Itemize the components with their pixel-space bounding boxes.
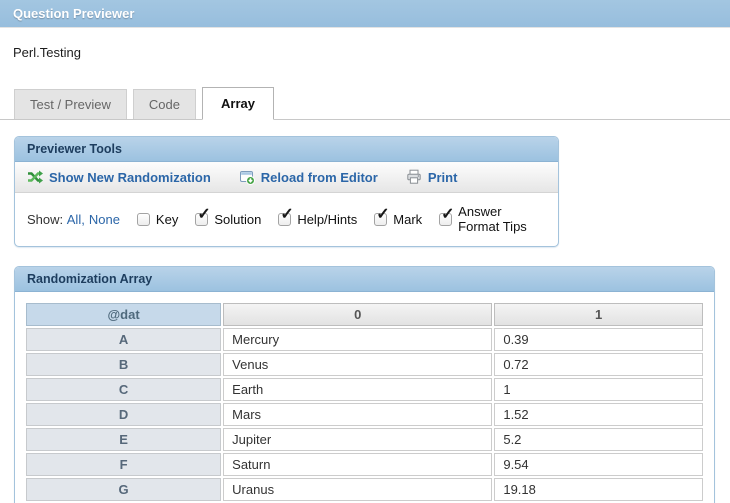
checkbox-answer-format-tips[interactable]: ✓ Answer Format Tips [439, 204, 546, 234]
row-value-1-cell: 19.18 [494, 478, 703, 501]
previewer-tools-panel: Previewer Tools Show New Randomization R… [14, 136, 559, 247]
show-options-row: Show: All, None ✓ Key ✓ Solution ✓ Help/… [15, 193, 558, 246]
table-row: A Mercury 0.39 [26, 328, 703, 351]
help-hints-checkbox-box[interactable]: ✓ [278, 206, 294, 226]
randomization-array-panel: Randomization Array @dat 0 1 A Mercury 0… [14, 266, 715, 503]
row-value-0-cell: Saturn [223, 453, 493, 476]
help-hints-checkbox-label: Help/Hints [297, 211, 358, 227]
row-value-1-cell: 0.39 [494, 328, 703, 351]
tab-code[interactable]: Code [132, 89, 196, 119]
reload-window-icon [239, 169, 255, 185]
previewer-tools-header: Previewer Tools [15, 137, 558, 162]
row-value-0-cell: Uranus [223, 478, 493, 501]
table-row: C Earth 1 [26, 378, 703, 401]
solution-checkbox-box[interactable]: ✓ [195, 206, 211, 226]
row-key-cell: E [26, 428, 222, 451]
check-icon: ✓ [376, 205, 390, 223]
row-value-1-cell: 1.52 [494, 403, 703, 426]
shuffle-icon [27, 169, 43, 185]
checkbox-mark[interactable]: ✓ Mark [374, 206, 423, 227]
checkbox-solution[interactable]: ✓ Solution [195, 206, 262, 227]
table-row: F Saturn 9.54 [26, 453, 703, 476]
reload-from-editor-button[interactable]: Reload from Editor [239, 169, 378, 185]
row-key-cell: G [26, 478, 222, 501]
key-checkbox-box[interactable]: ✓ [136, 212, 150, 226]
solution-checkbox-label: Solution [214, 211, 262, 227]
show-none-link[interactable]: None [89, 212, 120, 227]
randomization-array-table: @dat 0 1 A Mercury 0.39 B Venus 0.72 C E… [24, 301, 705, 503]
row-value-1-cell: 5.2 [494, 428, 703, 451]
randomization-array-header: Randomization Array [15, 267, 714, 292]
checkbox-key[interactable]: ✓ Key [136, 211, 179, 227]
row-key-cell: F [26, 453, 222, 476]
tab-test-preview[interactable]: Test / Preview [14, 89, 127, 119]
row-value-1-cell: 9.54 [494, 453, 703, 476]
table-row: B Venus 0.72 [26, 353, 703, 376]
row-value-0-cell: Mercury [223, 328, 493, 351]
question-name: Perl.Testing [13, 45, 81, 60]
row-key-cell: C [26, 378, 222, 401]
row-value-1-cell: 0.72 [494, 353, 703, 376]
table-row: E Jupiter 5.2 [26, 428, 703, 451]
window-titlebar: Question Previewer [0, 0, 730, 28]
table-body: A Mercury 0.39 B Venus 0.72 C Earth 1 D … [26, 328, 703, 503]
show-all-link[interactable]: All [67, 212, 81, 227]
row-key-cell: D [26, 403, 222, 426]
previewer-toolbar: Show New Randomization Reload from Edito… [15, 162, 558, 193]
print-button[interactable]: Print [406, 169, 458, 185]
table-row: G Uranus 19.18 [26, 478, 703, 501]
mark-checkbox-box[interactable]: ✓ [374, 206, 390, 226]
answer-format-tips-checkbox-label: Answer Format Tips [458, 204, 527, 234]
table-header-row: @dat 0 1 [26, 303, 703, 326]
tab-bar: Test / Preview Code Array [0, 87, 730, 120]
column-header-0: 0 [223, 303, 493, 326]
reload-from-editor-label: Reload from Editor [260, 169, 378, 185]
row-value-1-cell: 1 [494, 378, 703, 401]
window-title: Question Previewer [13, 6, 135, 21]
tab-content: Previewer Tools Show New Randomization R… [0, 120, 730, 503]
row-value-0-cell: Venus [223, 353, 493, 376]
row-value-0-cell: Jupiter [223, 428, 493, 451]
show-new-randomization-label: Show New Randomization [49, 169, 211, 185]
row-key-cell: A [26, 328, 222, 351]
array-variable-header: @dat [26, 303, 222, 326]
row-key-cell: B [26, 353, 222, 376]
show-new-randomization-button[interactable]: Show New Randomization [27, 169, 211, 185]
check-icon: ✓ [280, 205, 294, 223]
row-value-0-cell: Earth [223, 378, 493, 401]
print-label: Print [427, 169, 458, 185]
answer-format-tips-checkbox-box[interactable]: ✓ [439, 206, 455, 226]
printer-icon [406, 169, 422, 185]
mark-checkbox-label: Mark [393, 211, 423, 227]
table-row: D Mars 1.52 [26, 403, 703, 426]
row-value-0-cell: Mars [223, 403, 493, 426]
check-icon: ✓ [441, 205, 455, 223]
randomization-array-body: @dat 0 1 A Mercury 0.39 B Venus 0.72 C E… [15, 292, 714, 503]
show-label: Show: [27, 211, 64, 227]
column-header-1: 1 [494, 303, 703, 326]
show-links-separator: , [81, 211, 85, 227]
check-icon: ✓ [197, 205, 211, 223]
checkbox-help-hints[interactable]: ✓ Help/Hints [278, 206, 358, 227]
key-checkbox-label: Key [155, 211, 179, 227]
tab-array[interactable]: Array [202, 87, 274, 120]
